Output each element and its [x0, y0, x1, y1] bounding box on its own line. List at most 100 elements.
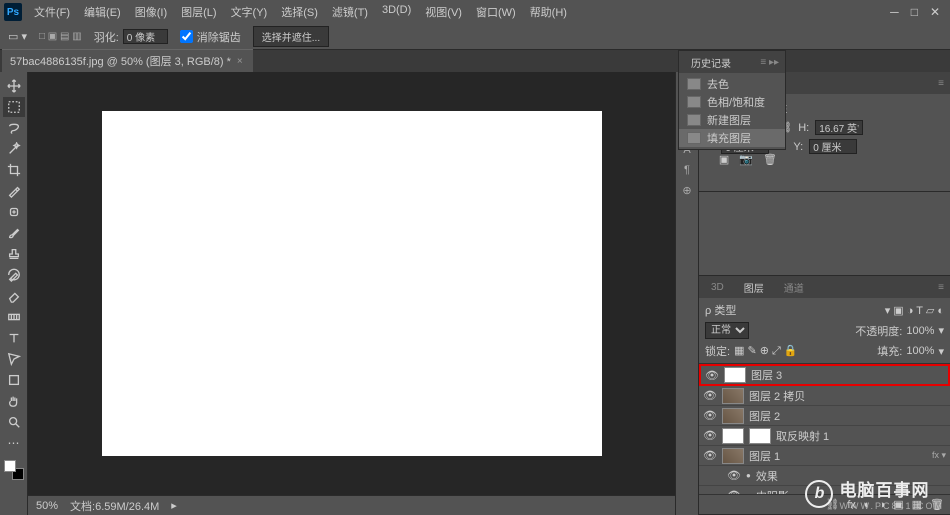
history-trash-icon[interactable]: 🗑 [763, 153, 777, 166]
blend-mode-select[interactable]: 正常 [705, 322, 749, 339]
mask-thumbnail [749, 428, 771, 444]
minimize-icon[interactable]: ─ [890, 5, 899, 19]
y-input[interactable] [809, 139, 857, 154]
menu-type[interactable]: 文字(Y) [225, 0, 274, 24]
visibility-icon[interactable]: 👁 [703, 429, 717, 442]
wand-tool[interactable] [3, 139, 25, 159]
history-step-label: 色相/饱和度 [707, 94, 765, 110]
layer-row[interactable]: 👁图层 3 [699, 364, 950, 386]
antialias-checkbox[interactable] [180, 30, 193, 43]
path-tool[interactable] [3, 349, 25, 369]
layer-name: 图层 1 [749, 448, 927, 464]
visibility-icon[interactable]: 👁 [727, 489, 741, 494]
shape-tool[interactable] [3, 370, 25, 390]
lock-icons[interactable]: ▦ ✎ ⊕ ⤢ 🔒 [734, 344, 798, 358]
adjustment-icon[interactable]: ◑ [879, 499, 886, 511]
feather-input[interactable] [123, 29, 168, 44]
layer-row[interactable]: 👁●效果 [699, 466, 950, 486]
layers-menu-icon[interactable]: ≡ [938, 282, 944, 293]
menu-help[interactable]: 帮助(H) [524, 0, 573, 24]
options-bar: ▭ ▾ □ ▣ ▤ ▥ 羽化: 消除锯齿 选择并遮住... [0, 24, 950, 50]
history-step-label: 填充图层 [707, 130, 751, 146]
history-tab[interactable]: 历史记录 [685, 53, 737, 72]
zoom-value[interactable]: 50% [36, 500, 58, 512]
brush-tool[interactable] [3, 223, 25, 243]
tab-layers[interactable]: 图层 [738, 278, 770, 297]
menu-edit[interactable]: 编辑(E) [78, 0, 127, 24]
layer-row[interactable]: 👁 图层 2 拷贝 [699, 386, 950, 406]
fg-color-swatch[interactable] [4, 460, 16, 472]
panel-menu-icon[interactable]: ≡ [938, 78, 944, 89]
history-item[interactable]: 新建图层 [679, 111, 785, 129]
layer-name: 内阴影 [756, 488, 946, 495]
type-tool[interactable] [3, 328, 25, 348]
history-brush-tool[interactable] [3, 265, 25, 285]
tab-3d[interactable]: 3D [705, 280, 730, 295]
marquee-tool[interactable] [3, 97, 25, 117]
color-swatches[interactable] [4, 460, 24, 480]
move-tool[interactable] [3, 76, 25, 96]
edit-toolbar-icon[interactable]: ⋯ [3, 433, 25, 453]
maximize-icon[interactable]: □ [911, 5, 918, 19]
history-item[interactable]: 填充图层 [679, 129, 785, 147]
visibility-icon[interactable]: 👁 [727, 469, 741, 482]
mask-icon[interactable]: ◐ [864, 499, 871, 511]
visibility-icon[interactable]: 👁 [703, 449, 717, 462]
fx-icon[interactable]: fx [847, 499, 856, 511]
fx-badge[interactable]: fx ▾ [932, 450, 946, 461]
opacity-value[interactable]: 100% [906, 325, 934, 337]
menu-file[interactable]: 文件(F) [28, 0, 76, 24]
canvas-area: 50% 文档:6.59M/26.4M ▸ [28, 72, 675, 515]
stamp-tool[interactable] [3, 244, 25, 264]
layers-panel: 3D 图层 通道 ≡ ρ 类型 ▾ ▣ ◑ T ▱ ◐ 正常 不透明度:100%… [699, 275, 950, 515]
history-collapse-icon[interactable]: ≡ ▸▸ [760, 57, 779, 68]
healing-tool[interactable] [3, 202, 25, 222]
tab-close-icon[interactable]: × [237, 56, 243, 67]
document-canvas[interactable] [102, 111, 602, 456]
menu-view[interactable]: 视图(V) [419, 0, 468, 24]
layer-filter-icons[interactable]: ▾ ▣ ◑ T ▱ ◐ [885, 304, 944, 317]
layer-row[interactable]: 👁图层 2 [699, 406, 950, 426]
tab-channels[interactable]: 通道 [778, 278, 810, 297]
effect-bullet-icon: ● [746, 471, 751, 480]
visibility-icon[interactable]: 👁 [703, 409, 717, 422]
menu-window[interactable]: 窗口(W) [470, 0, 522, 24]
menu-select[interactable]: 选择(S) [275, 0, 324, 24]
history-item[interactable]: 色相/饱和度 [679, 93, 785, 111]
menu-3d[interactable]: 3D(D) [376, 0, 417, 24]
layer-thumbnail [724, 367, 746, 383]
zoom-tool[interactable] [3, 412, 25, 432]
selection-mode-icons[interactable]: □ ▣ ▤ ▥ [39, 31, 82, 42]
crop-tool[interactable] [3, 160, 25, 180]
lib-panel-icon[interactable]: ⊕ [682, 184, 691, 197]
h-input[interactable] [815, 120, 863, 135]
status-arrow-icon[interactable]: ▸ [171, 499, 177, 512]
layer-row[interactable]: 👁 图层 1 fx ▾ [699, 446, 950, 466]
tool-preset-icon[interactable]: ▭ ▾ [8, 30, 27, 43]
menu-image[interactable]: 图像(I) [129, 0, 173, 24]
group-icon[interactable]: ▣ [893, 498, 903, 511]
hand-tool[interactable] [3, 391, 25, 411]
trash-icon[interactable]: 🗑 [930, 498, 944, 511]
new-layer-icon[interactable]: ▦ [912, 498, 922, 511]
eyedropper-tool[interactable] [3, 181, 25, 201]
lasso-tool[interactable] [3, 118, 25, 138]
document-tab[interactable]: 57bac4886135f.jpg @ 50% (图层 3, RGB/8) * … [2, 49, 253, 72]
visibility-icon[interactable]: 👁 [705, 369, 719, 382]
link-layers-icon[interactable]: ⛓ [825, 498, 839, 511]
refine-edge-button[interactable]: 选择并遮住... [253, 26, 329, 47]
close-icon[interactable]: ✕ [930, 5, 940, 19]
layer-row[interactable]: 👁取反映射 1 [699, 426, 950, 446]
fill-value[interactable]: 100% [906, 345, 934, 357]
gradient-tool[interactable] [3, 307, 25, 327]
menu-filter[interactable]: 滤镜(T) [326, 0, 374, 24]
antialias-label: 消除锯齿 [197, 29, 241, 45]
history-snap-icon[interactable]: ▣ [719, 153, 729, 166]
layer-name: 图层 2 拷贝 [749, 388, 946, 404]
history-item[interactable]: 去色 [679, 75, 785, 93]
menu-layer[interactable]: 图层(L) [175, 0, 222, 24]
layer-row[interactable]: 👁●内阴影 [699, 486, 950, 494]
history-camera-icon[interactable]: 📷 [739, 153, 753, 166]
visibility-icon[interactable]: 👁 [703, 389, 717, 402]
eraser-tool[interactable] [3, 286, 25, 306]
